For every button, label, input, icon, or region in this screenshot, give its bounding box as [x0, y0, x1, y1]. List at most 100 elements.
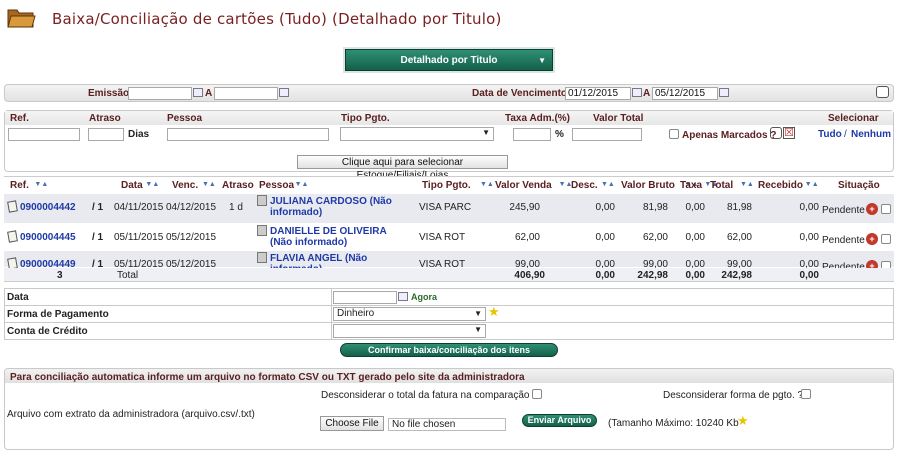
column-header[interactable]: Recebido — [758, 180, 803, 191]
chevron-down-icon: ▼ — [538, 56, 546, 65]
situacao-cell: Pendente — [822, 235, 865, 246]
star-icon: ★ — [737, 413, 749, 428]
totals-total: 242,98 — [721, 270, 752, 281]
chevron-down-icon: ▼ — [482, 128, 490, 137]
calendar-icon[interactable] — [398, 292, 408, 301]
calendar-icon[interactable] — [279, 88, 289, 97]
forma-pagamento-select[interactable]: Dinheiro ▼ — [333, 307, 486, 321]
chevron-down-icon: ▼ — [474, 325, 482, 334]
column-header[interactable]: Situação — [838, 180, 880, 191]
add-icon[interactable]: + — [866, 203, 878, 215]
pessoa-link[interactable]: DANIELLE DE OLIVEIRA (Não informado) — [270, 226, 410, 248]
desconsiderar-forma-checkbox[interactable] — [801, 389, 811, 399]
totals-venda: 406,90 — [514, 270, 545, 281]
recebido-cell: 0,00 — [799, 232, 819, 243]
doc-icon — [7, 200, 18, 213]
recebido-cell: 0,00 — [799, 202, 819, 213]
column-header[interactable]: Valor Bruto — [621, 180, 675, 191]
sort-icon[interactable]: ▼▲ — [34, 181, 48, 188]
forma-label: Forma de Pagamento — [7, 309, 109, 320]
pessoa-label: Pessoa — [167, 113, 203, 124]
column-header[interactable]: Total — [710, 180, 733, 191]
conta-credito-select[interactable]: ▼ — [333, 324, 486, 338]
ref-link[interactable]: 0900004445 — [20, 232, 76, 243]
parcela: / 1 — [92, 202, 104, 213]
page-title: Baixa/Conciliação de cartões (Tudo) (Det… — [52, 10, 502, 28]
venda-cell: 62,00 — [514, 232, 540, 243]
totals-desc: 0,00 — [595, 270, 615, 281]
atraso-cell: 1 d — [229, 202, 243, 213]
select-all-link[interactable]: Tudo — [818, 129, 842, 140]
agora-link[interactable]: Agora — [411, 292, 437, 302]
column-header[interactable]: Desc. — [571, 180, 598, 191]
venc-from-input[interactable]: 01/12/2015 — [565, 87, 631, 100]
totals-bruto: 242,98 — [637, 270, 668, 281]
clear-filter-icon[interactable]: ☒ — [783, 127, 795, 139]
data-input[interactable] — [333, 291, 397, 304]
column-header[interactable]: Tipo Pgto. — [422, 180, 471, 191]
column-header[interactable]: Data — [121, 180, 143, 191]
calendar-icon[interactable] — [719, 88, 729, 97]
star-icon[interactable]: ★ — [488, 304, 500, 320]
enviar-arquivo-button[interactable]: Enviar Arquivo — [522, 414, 597, 427]
select-none-link[interactable]: Nenhum — [851, 129, 891, 140]
atraso-filter-input[interactable] — [88, 128, 124, 141]
apenas-marcados-label: Apenas Marcados ? — [682, 130, 777, 141]
filter-toggle-button[interactable] — [770, 127, 782, 139]
taxa-adm-input[interactable] — [513, 128, 551, 141]
totals-taxa: 0,00 — [685, 270, 705, 281]
emissao-label: Emissão: — [88, 88, 133, 99]
search-toggle-button[interactable] — [876, 86, 889, 98]
chevron-down-icon: ▼ — [474, 309, 482, 318]
column-header[interactable]: Taxa — [680, 180, 702, 191]
pessoa-link[interactable]: JULIANA CARDOSO (Não informado) — [270, 196, 410, 218]
emissao-to-input[interactable] — [214, 87, 278, 100]
column-header[interactable]: Pessoa — [259, 180, 294, 191]
a-label-2: A — [643, 88, 651, 99]
sort-icon[interactable]: ▼▲ — [295, 181, 309, 188]
sort-icon[interactable]: ▼▲ — [740, 181, 754, 188]
column-header[interactable]: Ref. — [10, 180, 29, 191]
ref-label: Ref. — [10, 113, 29, 124]
taxa-cell: 0,00 — [685, 232, 705, 243]
taxa-adm-label: Taxa Adm.(%) — [505, 113, 571, 124]
choose-file-button[interactable]: Choose File — [320, 416, 384, 431]
calendar-icon[interactable] — [632, 88, 642, 97]
column-header[interactable]: Atraso — [222, 180, 254, 191]
import-header: Para conciliação automatica informe um a… — [10, 372, 525, 383]
bruto-cell: 81,98 — [642, 202, 668, 213]
tipo-pgto-label: Tipo Pgto. — [341, 113, 390, 124]
view-mode-label: Detalhado por Titulo — [400, 55, 498, 66]
ref-filter-input[interactable] — [8, 128, 80, 141]
data-label: Data — [7, 292, 29, 303]
sort-icon[interactable]: ▼▲ — [145, 181, 159, 188]
column-header[interactable]: Venc. — [172, 180, 198, 191]
column-header[interactable]: Valor Venda — [495, 180, 552, 191]
pessoa-filter-input[interactable] — [167, 128, 329, 141]
confirm-button[interactable]: Confirmar baixa/conciliação dos itens se… — [340, 343, 558, 367]
calendar-icon[interactable] — [193, 88, 203, 97]
add-icon[interactable]: + — [866, 233, 878, 245]
vencimento-label: Data de Vencimento: — [472, 88, 571, 99]
person-icon — [257, 252, 267, 263]
view-mode-select[interactable]: Detalhado por Titulo ▼ — [345, 49, 553, 71]
emissao-from-input[interactable] — [128, 87, 192, 100]
valor-total-input[interactable] — [572, 128, 642, 141]
valor-total-label: Valor Total — [593, 113, 644, 124]
apenas-marcados-checkbox[interactable] — [669, 129, 679, 139]
tipo-cell: VISA ROT — [419, 232, 466, 243]
sort-icon[interactable]: ▼▲ — [202, 181, 216, 188]
tipo-cell: VISA PARC — [419, 202, 472, 213]
bruto-cell: 62,00 — [642, 232, 668, 243]
venc-to-input[interactable]: 05/12/2015 — [652, 87, 718, 100]
ref-link[interactable]: 0900004442 — [20, 202, 76, 213]
sort-icon[interactable]: ▼▲ — [805, 181, 819, 188]
sort-icon[interactable]: ▼▲ — [480, 181, 494, 188]
desc-cell: 0,00 — [595, 202, 615, 213]
sort-icon[interactable]: ▼▲ — [601, 181, 615, 188]
row-checkbox[interactable] — [881, 234, 891, 244]
desconsiderar-total-checkbox[interactable] — [532, 389, 542, 399]
select-estoque-button[interactable]: Clique aqui para selecionar Estoque/Fili… — [297, 155, 508, 181]
row-checkbox[interactable] — [881, 204, 891, 214]
tipo-pgto-select[interactable]: ▼ — [340, 127, 494, 141]
